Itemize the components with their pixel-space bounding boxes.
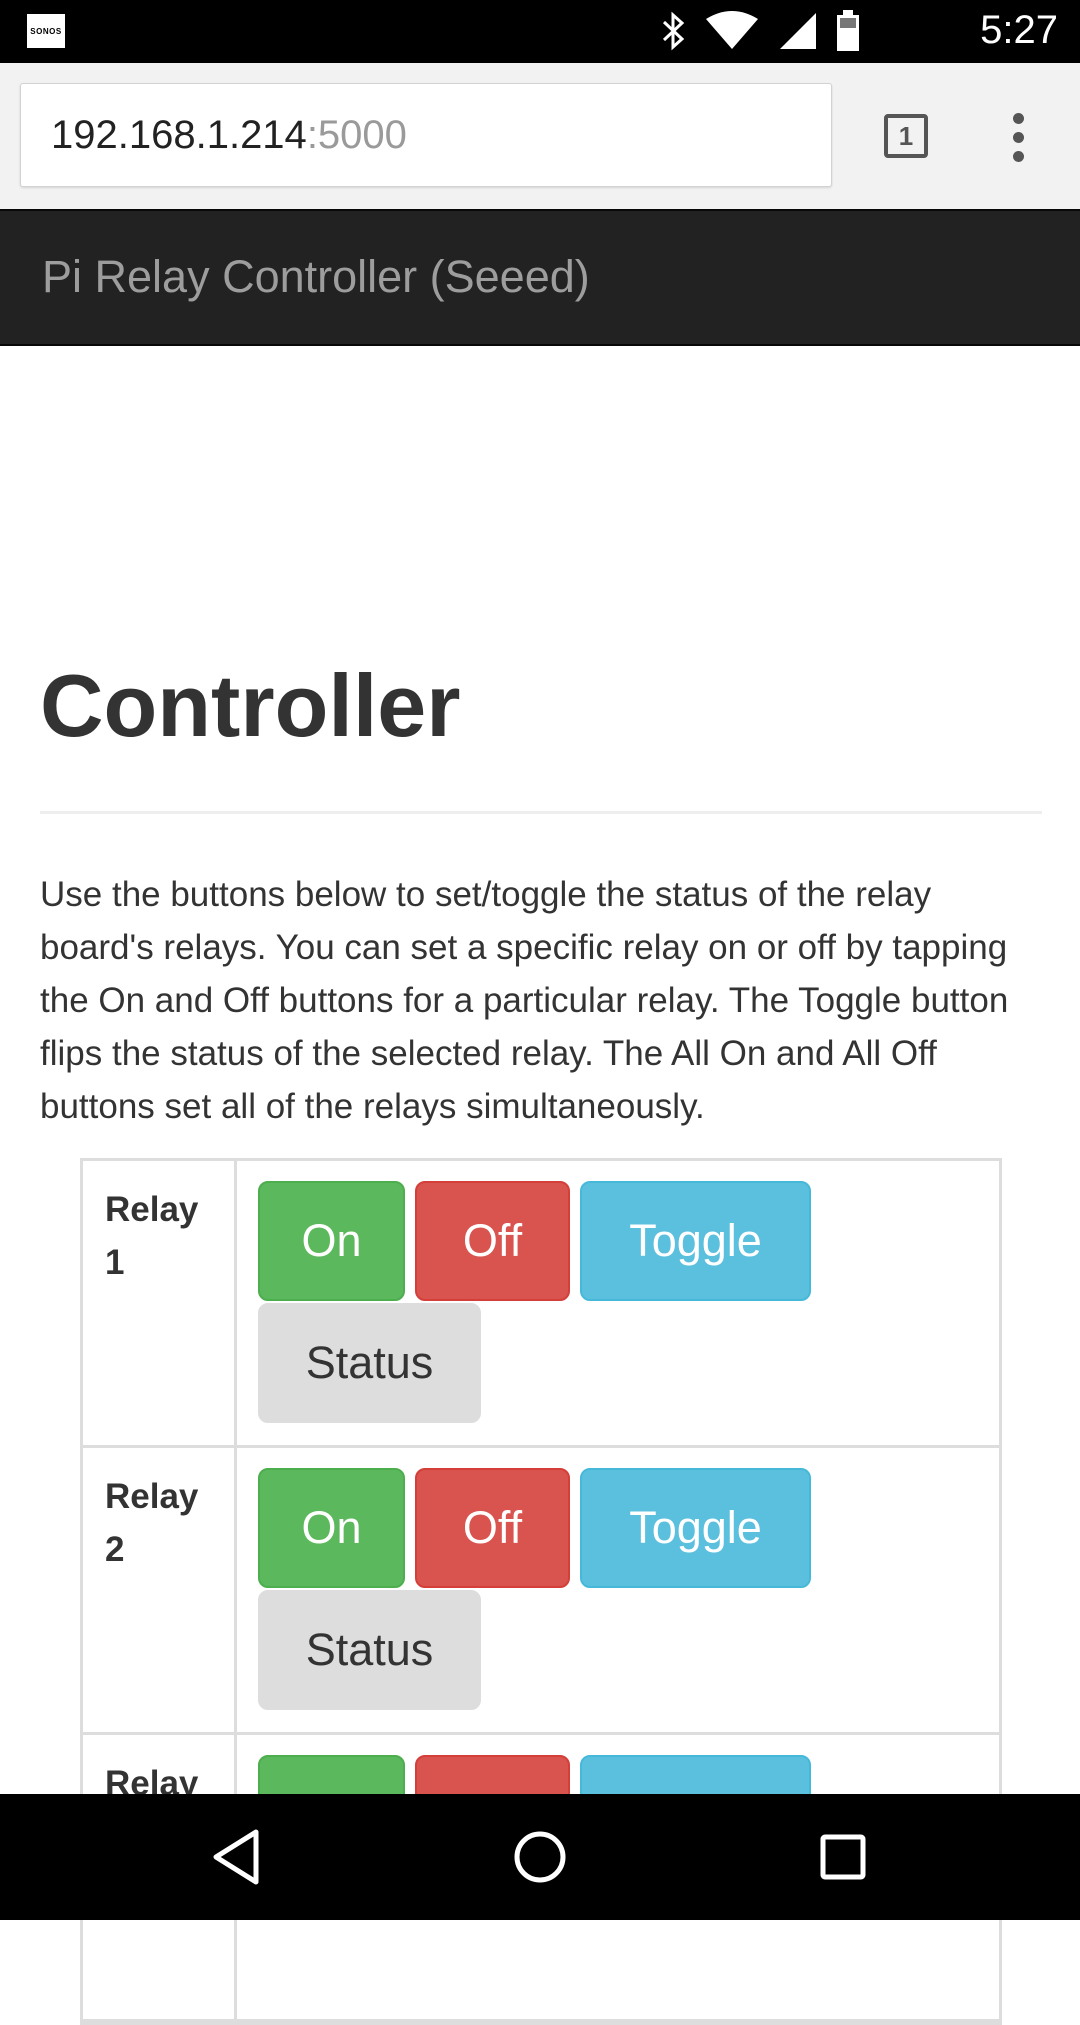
site-navbar: Pi Relay Controller (Seeed): [0, 209, 1080, 346]
url-host: 192.168.1.214: [51, 112, 307, 157]
tab-count: 1: [898, 120, 914, 151]
title-divider: [40, 811, 1042, 814]
url-port: :5000: [306, 112, 407, 157]
menu-dot-icon: [1013, 132, 1024, 143]
relay-label: Relay 2: [105, 1477, 199, 1569]
bluetooth-icon: [662, 11, 685, 51]
home-icon[interactable]: [507, 1824, 573, 1890]
relay-row: Relay 1 On Off Toggle Status: [83, 1161, 999, 1448]
relay-2-status-button[interactable]: Status: [258, 1590, 481, 1710]
browser-toolbar: 192.168.1.214:5000 1: [0, 63, 1080, 209]
signal-icon: [780, 13, 816, 49]
relay-1-on-button[interactable]: On: [258, 1181, 405, 1301]
page-title: Controller: [40, 656, 461, 755]
page-description: Use the buttons below to set/toggle the …: [40, 875, 1009, 1126]
tab-switcher-button[interactable]: 1: [884, 114, 928, 158]
url-bar[interactable]: 192.168.1.214:5000: [20, 83, 832, 187]
status-bar: SONOS 5:27: [0, 0, 1080, 63]
battery-icon: [837, 10, 859, 51]
menu-dot-icon: [1013, 113, 1024, 124]
relay-buttons: On Off Toggle Status: [237, 1448, 999, 1732]
status-icons: [660, 10, 860, 52]
status-clock: 5:27: [980, 8, 1058, 52]
relay-label: Relay 1: [105, 1190, 199, 1282]
relay-buttons: On Off Toggle Status: [237, 1161, 999, 1445]
recents-icon[interactable]: [810, 1824, 876, 1890]
system-navigation-bar: [0, 1794, 1080, 1920]
relay-label-cell: Relay 2: [83, 1448, 237, 1732]
back-icon[interactable]: [204, 1824, 270, 1890]
relay-1-status-button[interactable]: Status: [258, 1303, 481, 1423]
relay-2-on-button[interactable]: On: [258, 1468, 405, 1588]
navbar-brand[interactable]: Pi Relay Controller (Seeed): [42, 251, 590, 303]
relay-2-off-button[interactable]: Off: [415, 1468, 570, 1588]
sonos-notification-icon: SONOS: [27, 14, 65, 48]
relay-1-toggle-button[interactable]: Toggle: [580, 1181, 811, 1301]
relay-row: Relay 2 On Off Toggle Status: [83, 1448, 999, 1735]
wifi-icon: [706, 11, 758, 49]
relay-label-cell: Relay 1: [83, 1161, 237, 1445]
relay-1-off-button[interactable]: Off: [415, 1181, 570, 1301]
sonos-icon-label: SONOS: [30, 26, 62, 36]
overflow-menu-button[interactable]: [1004, 113, 1034, 163]
menu-dot-icon: [1013, 151, 1024, 162]
relay-2-toggle-button[interactable]: Toggle: [580, 1468, 811, 1588]
